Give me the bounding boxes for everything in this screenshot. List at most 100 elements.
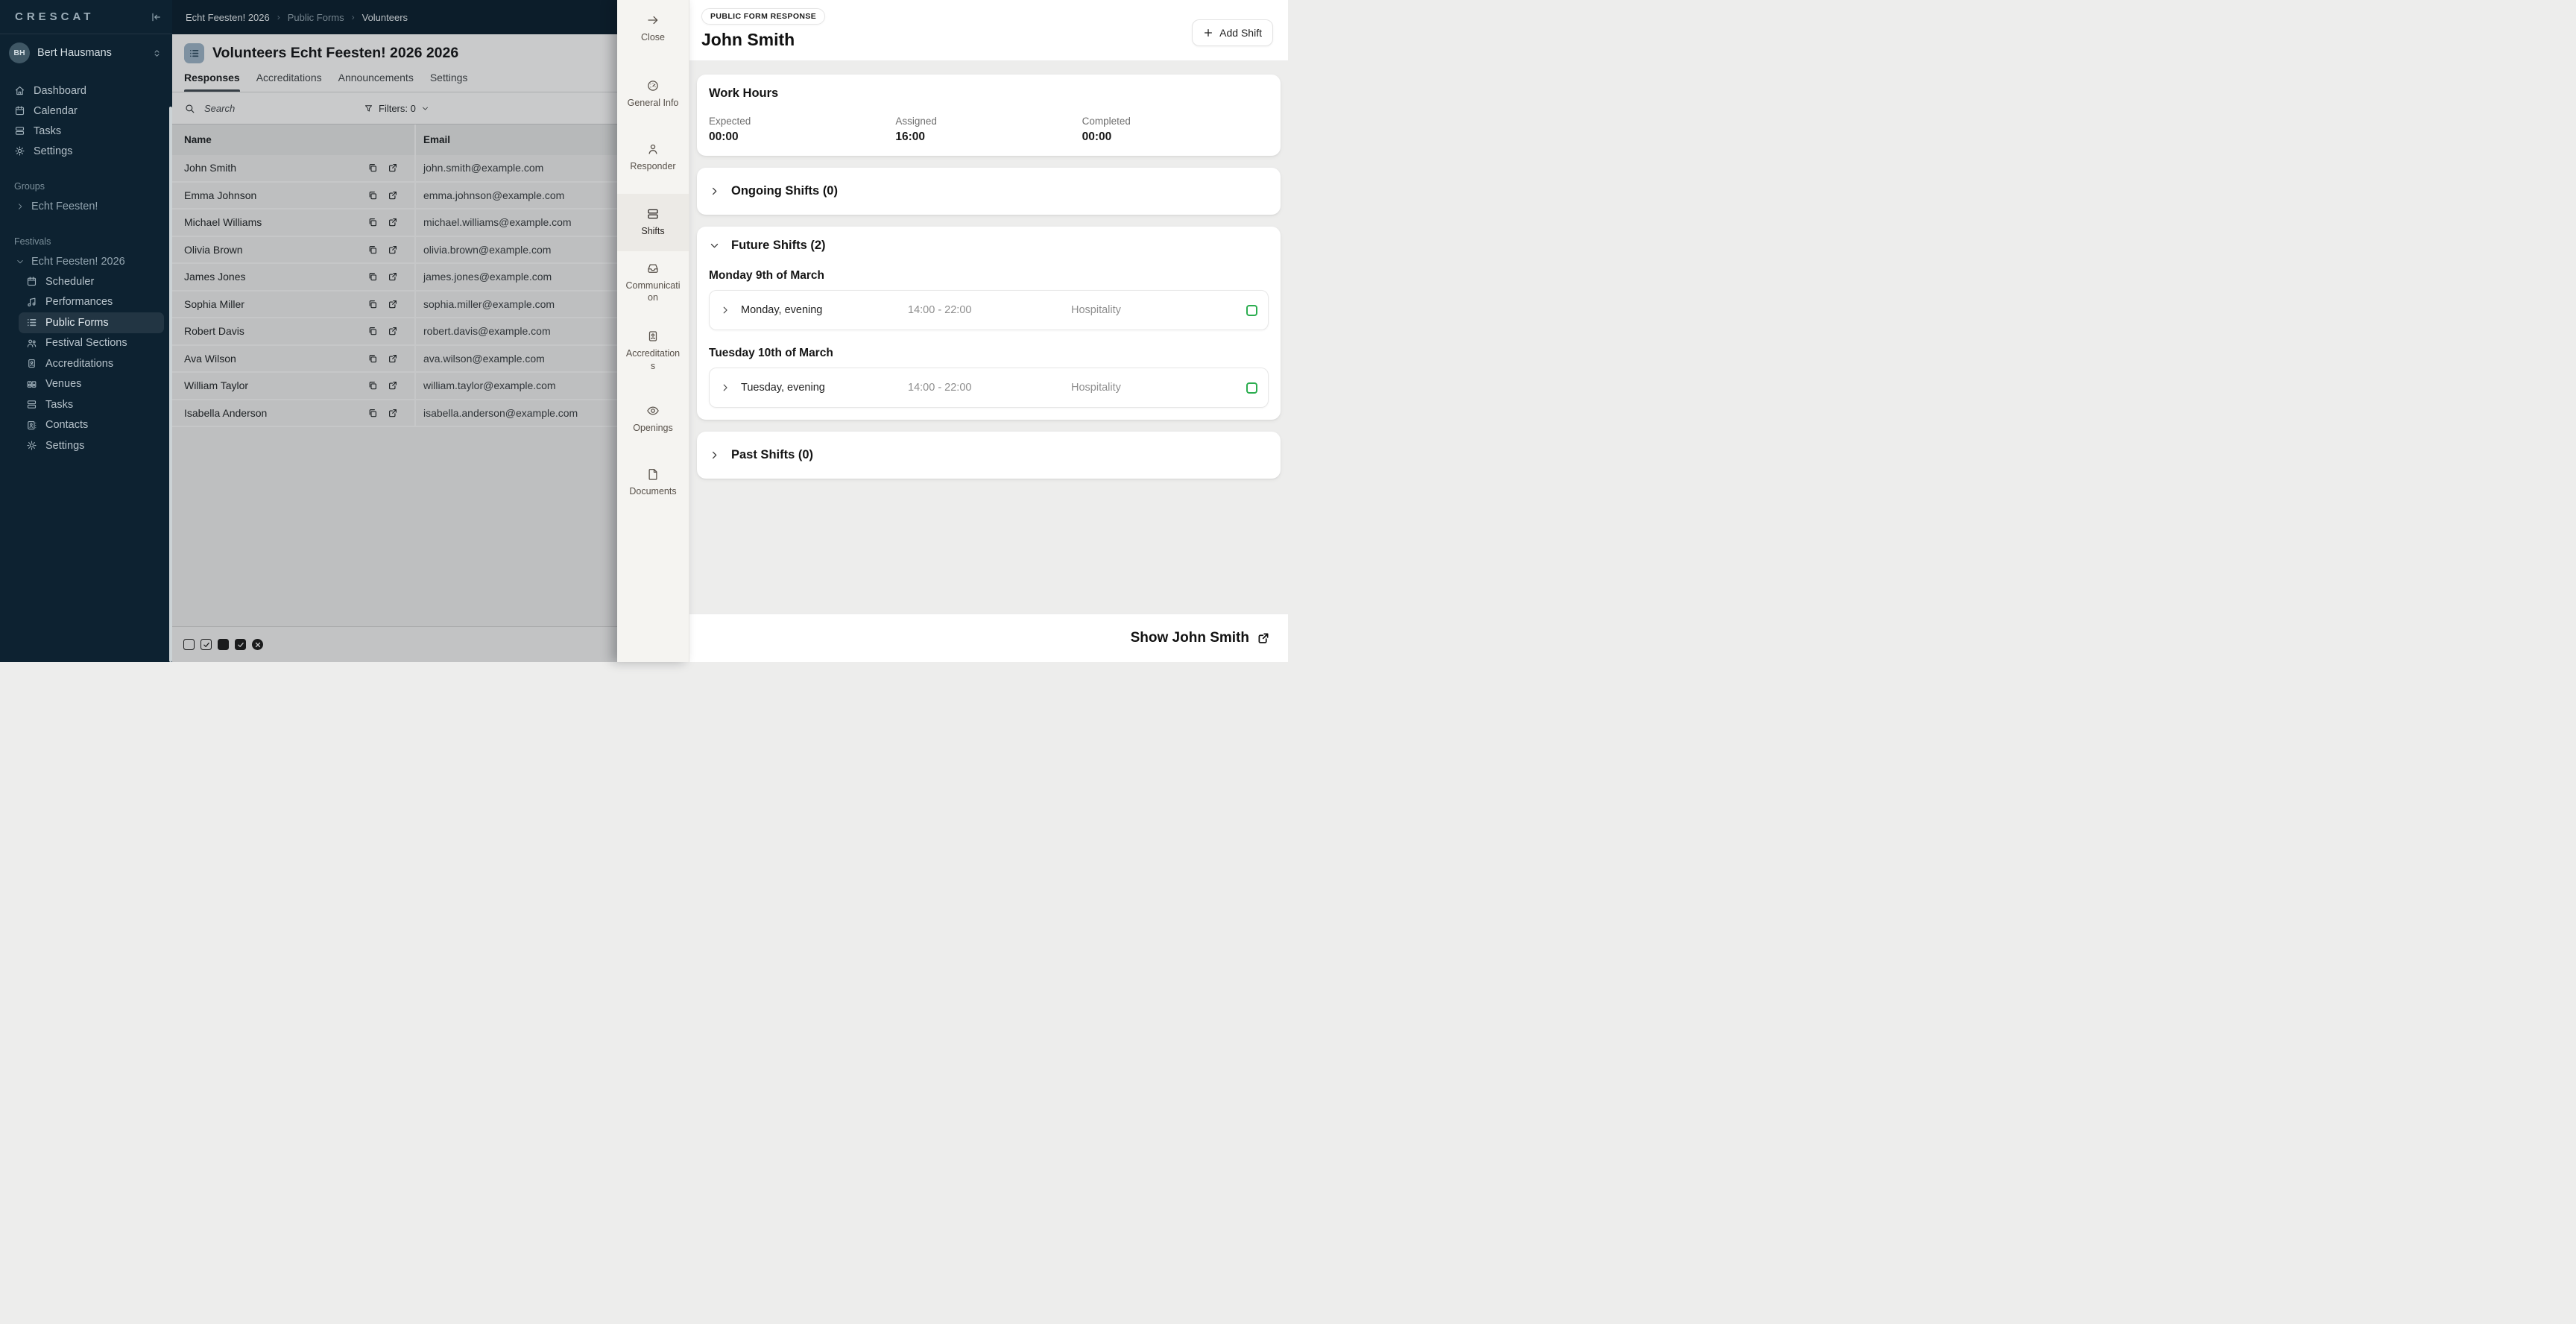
add-shift-button[interactable]: Add Shift (1192, 19, 1273, 46)
open-external-icon[interactable] (388, 380, 398, 391)
sidebar-item-festival-tasks[interactable]: Tasks (19, 394, 164, 415)
sidebar-item-calendar[interactable]: Calendar (0, 101, 172, 121)
breadcrumb-festival[interactable]: Echt Feesten! 2026 (186, 12, 270, 23)
sidebar-item-festival-sections[interactable]: Festival Sections (19, 333, 164, 354)
sidebar-item-dashboard[interactable]: Dashboard (0, 81, 172, 101)
sidebar-item-festival-settings[interactable]: Settings (19, 435, 164, 456)
drawer-tab-responder[interactable]: Responder (617, 135, 689, 180)
filled-circle-x-icon[interactable] (252, 639, 263, 650)
future-shifts-toggle[interactable]: Future Shifts (2) (709, 239, 1269, 253)
festival-echt-feesten-2026[interactable]: Echt Feesten! 2026 (0, 251, 172, 271)
sidebar-item-label: Accreditations (45, 357, 114, 370)
column-header-name[interactable]: Name (172, 124, 416, 155)
tab-announcements[interactable]: Announcements (338, 72, 414, 92)
empty-checkbox-icon[interactable] (183, 639, 195, 650)
group-echt-feesten[interactable]: Echt Feesten! (0, 196, 172, 216)
past-shifts-toggle[interactable]: Past Shifts (0) (709, 448, 1269, 462)
user-menu[interactable]: BH Bert Hausmans (0, 34, 172, 72)
sidebar-item-contacts[interactable]: Contacts (19, 415, 164, 436)
shift-checkbox[interactable] (1246, 304, 1257, 316)
ongoing-shifts-card: Ongoing Shifts (0) (697, 168, 1281, 215)
table-row[interactable]: Olivia Brown olivia.brown@example.com (172, 236, 617, 264)
breadcrumb-public-forms[interactable]: Public Forms (288, 12, 344, 23)
table-row[interactable]: James Jones james.jones@example.com (172, 264, 617, 291)
open-external-icon[interactable] (388, 217, 398, 227)
shift-checkbox[interactable] (1246, 382, 1257, 394)
open-external-icon[interactable] (388, 190, 398, 201)
search-input[interactable] (204, 102, 316, 114)
duplicate-icon[interactable] (367, 326, 378, 336)
table-row[interactable]: Isabella Anderson isabella.anderson@exam… (172, 400, 617, 427)
sidebar-item-accreditations[interactable]: Accreditations (19, 353, 164, 374)
filled-square-icon[interactable] (218, 639, 229, 650)
drawer-nav-label: Accreditations (625, 348, 681, 372)
drawer-tab-communication[interactable]: Communication (617, 254, 689, 312)
sidebar-item-venues[interactable]: Venues (19, 374, 164, 395)
sidebar-collapse-icon[interactable] (150, 11, 162, 23)
stat-label: Completed (1082, 116, 1131, 127)
table-row[interactable]: Emma Johnson emma.johnson@example.com (172, 182, 617, 209)
shift-row[interactable]: Monday, evening 14:00 - 22:00 Hospitalit… (709, 290, 1269, 330)
document-icon (646, 467, 660, 481)
table-row[interactable]: Robert Davis robert.davis@example.com (172, 318, 617, 346)
chevron-right-icon (709, 186, 720, 197)
table-row[interactable]: Michael Williams michael.williams@exampl… (172, 209, 617, 237)
table-header: Name Email (172, 124, 617, 155)
duplicate-icon[interactable] (367, 163, 378, 173)
open-external-icon[interactable] (388, 408, 398, 418)
duplicate-icon[interactable] (367, 353, 378, 364)
filled-square-check-icon[interactable] (235, 639, 246, 650)
open-external-icon[interactable] (388, 163, 398, 173)
filters-dropdown[interactable]: Filters: 0 (364, 103, 429, 114)
open-external-icon[interactable] (388, 271, 398, 282)
table-row[interactable]: Ava Wilson ava.wilson@example.com (172, 345, 617, 373)
open-external-icon[interactable] (388, 353, 398, 364)
crescat-logo: CRESCAT (15, 10, 95, 23)
table-row[interactable]: William Taylor william.taylor@example.co… (172, 373, 617, 400)
drawer-close-button[interactable]: Close (617, 6, 689, 51)
shift-row[interactable]: Tuesday, evening 14:00 - 22:00 Hospitali… (709, 368, 1269, 408)
table-row[interactable]: Sophia Miller sophia.miller@example.com (172, 291, 617, 318)
open-external-icon[interactable] (388, 299, 398, 309)
tab-responses[interactable]: Responses (184, 72, 240, 92)
tab-accreditations[interactable]: Accreditations (256, 72, 322, 92)
open-external-icon[interactable] (388, 245, 398, 255)
sidebar-item-scheduler[interactable]: Scheduler (19, 271, 164, 292)
column-header-email[interactable]: Email (416, 124, 617, 155)
drawer-tab-shifts[interactable]: Shifts (617, 193, 689, 251)
drawer-tab-openings[interactable]: Openings (617, 397, 689, 442)
drawer-tab-general-info[interactable]: General Info (617, 72, 689, 117)
sidebar-item-performances[interactable]: Performances (19, 292, 164, 313)
open-external-icon[interactable] (388, 326, 398, 336)
groups-section-label: Groups (14, 181, 45, 192)
table-row[interactable]: John Smith john.smith@example.com (172, 155, 617, 183)
duplicate-icon[interactable] (367, 380, 378, 391)
duplicate-icon[interactable] (367, 245, 378, 255)
show-responder-label: Show John Smith (1130, 630, 1249, 646)
duplicate-icon[interactable] (367, 408, 378, 418)
speakers-icon (26, 379, 37, 390)
duplicate-icon[interactable] (367, 299, 378, 309)
drawer-tab-documents[interactable]: Documents (617, 460, 689, 505)
ongoing-shifts-toggle[interactable]: Ongoing Shifts (0) (709, 184, 1269, 198)
sidebar-item-label: Contacts (45, 419, 89, 432)
show-responder-link[interactable]: Show John Smith (1131, 630, 1270, 646)
sidebar-item-label: Tasks (45, 398, 74, 411)
drawer-nav-label: Shifts (641, 225, 665, 236)
drawer-tab-accreditations[interactable]: Accreditations (617, 322, 689, 380)
breadcrumb-volunteers[interactable]: Volunteers (362, 12, 408, 23)
shifts-icon (646, 207, 660, 221)
sidebar-item-public-forms[interactable]: Public Forms (19, 312, 164, 333)
inbox-icon (646, 262, 660, 275)
sidebar-item-tasks[interactable]: Tasks (0, 121, 172, 141)
sidebar-item-settings[interactable]: Settings (0, 141, 172, 161)
duplicate-icon[interactable] (367, 271, 378, 282)
tab-settings[interactable]: Settings (430, 72, 468, 92)
section-title: Ongoing Shifts (0) (731, 184, 838, 198)
checked-checkbox-outline-icon[interactable] (201, 639, 212, 650)
duplicate-icon[interactable] (367, 217, 378, 227)
shift-date-heading: Monday 9th of March (709, 269, 825, 282)
external-link-icon (1257, 631, 1270, 645)
duplicate-icon[interactable] (367, 190, 378, 201)
filters-label: Filters: 0 (379, 102, 416, 114)
